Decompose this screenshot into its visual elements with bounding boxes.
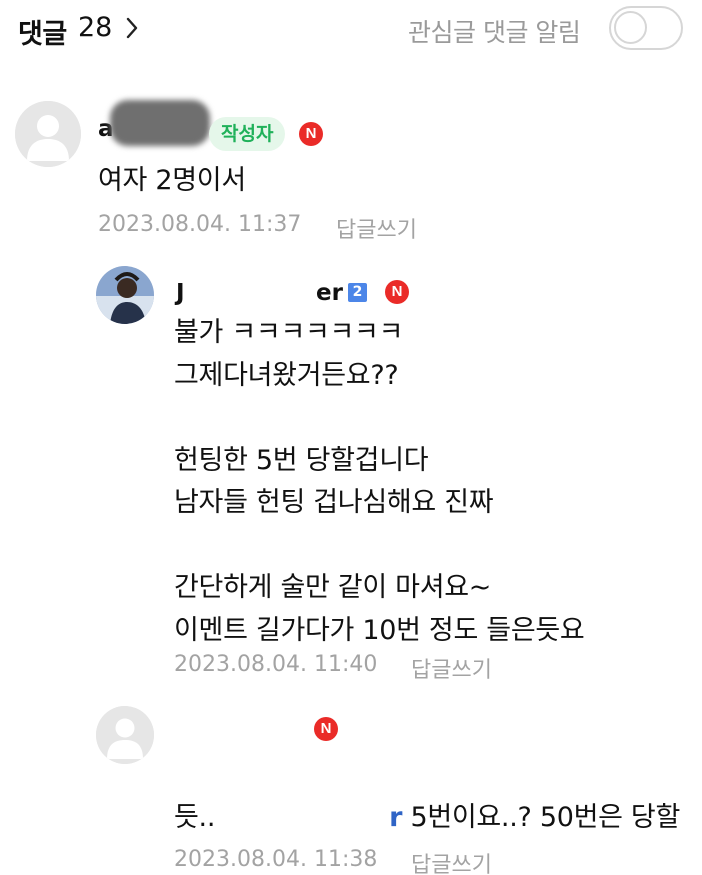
new-badge: N: [314, 717, 338, 741]
comment-text: 불가 ㅋㅋㅋㅋㅋㅋㅋ 그제다녀왔거든요?? 헌팅한 5번 당할겁니다 남자들 헌…: [174, 317, 585, 646]
notify-toggle[interactable]: [609, 6, 683, 50]
author-badge: 작성자: [209, 117, 286, 151]
comment-text-line2: 듯..: [174, 802, 216, 833]
author-name-start: J: [176, 280, 185, 306]
chevron-right-icon[interactable]: [122, 15, 142, 41]
avatar[interactable]: [96, 266, 154, 324]
avatar[interactable]: [15, 101, 81, 167]
toggle-knob: [614, 11, 647, 44]
comments-header: 댓글 28 관심글 댓글 알림: [0, 0, 702, 60]
comments-title: 댓글: [18, 19, 67, 50]
new-badge: N: [299, 122, 323, 146]
author-name-redacted: [110, 100, 210, 146]
new-badge: N: [385, 280, 409, 304]
comment-text-line1: 5번이요..? 50번은 당할: [402, 801, 681, 833]
profile-photo-icon: [96, 266, 154, 324]
member-level-badge: 2: [348, 283, 367, 302]
default-avatar-icon: [15, 101, 81, 167]
comment-date: 2023.08.04. 11:38: [174, 847, 378, 872]
mention-tag[interactable]: r: [389, 802, 402, 833]
comment-text: 여자 2명이서: [98, 165, 246, 196]
author-name-end: er: [316, 280, 343, 306]
notify-label: 관심글 댓글 알림: [408, 18, 581, 47]
reply-button[interactable]: 답글쓰기: [411, 652, 492, 684]
reply-button[interactable]: 답글쓰기: [336, 212, 417, 244]
comments-count[interactable]: 28: [78, 12, 112, 43]
comment-date: 2023.08.04. 11:40: [174, 652, 378, 677]
avatar[interactable]: [96, 706, 154, 764]
reply-button[interactable]: 답글쓰기: [411, 847, 492, 875]
default-avatar-icon: [96, 706, 154, 764]
comment-date: 2023.08.04. 11:37: [98, 212, 302, 237]
